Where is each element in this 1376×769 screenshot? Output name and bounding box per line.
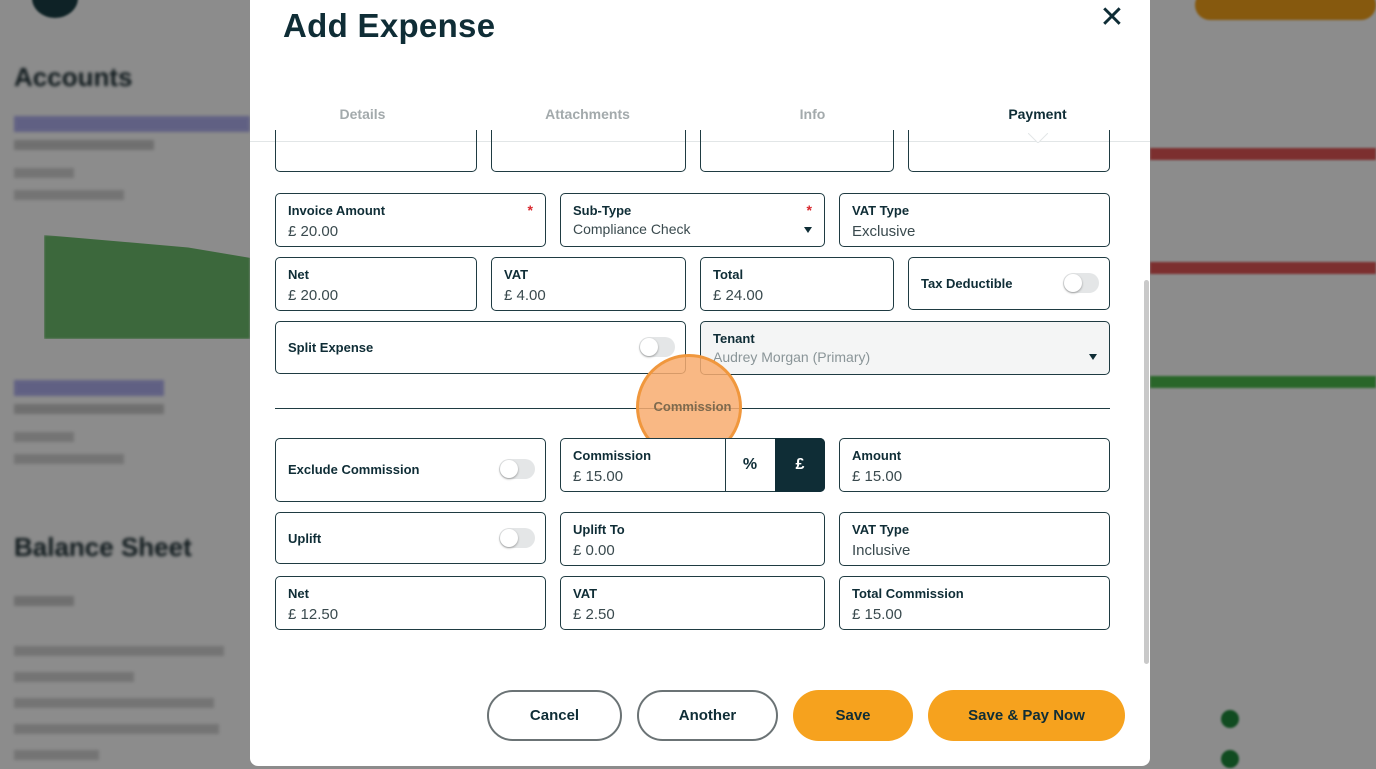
tab-attachments[interactable]: Attachments — [475, 106, 700, 122]
commission-section-label: Commission — [653, 399, 732, 414]
commission-net-value[interactable]: £ 12.50 — [288, 606, 338, 623]
vat-label: VAT — [504, 267, 529, 282]
split-expense-toggle[interactable] — [639, 337, 675, 357]
modal-title: Add Expense — [283, 7, 496, 44]
scrolled-field[interactable] — [908, 130, 1110, 172]
uplift-to-value[interactable]: £ 0.00 — [573, 542, 615, 559]
invoice-amount-value[interactable]: £ 20.00 — [288, 223, 338, 240]
sub-type-value[interactable]: Compliance Check — [573, 221, 691, 237]
amount-value[interactable]: £ 15.00 — [852, 468, 902, 485]
commission-value[interactable]: £ 15.00 — [573, 468, 623, 485]
total-commission-label: Total Commission — [852, 586, 964, 601]
tax-deductible-label: Tax Deductible — [921, 276, 1013, 291]
sub-type-select[interactable]: Sub-Type * Compliance Check — [560, 193, 825, 247]
vat-type-label: VAT Type — [852, 203, 910, 218]
uplift-to-field[interactable]: Uplift To £ 0.00 — [560, 512, 825, 566]
uplift-field: Uplift — [275, 512, 546, 564]
tab-payment[interactable]: Payment — [925, 106, 1150, 122]
uplift-to-label: Uplift To — [573, 522, 625, 537]
commission-vat-type-value[interactable]: Inclusive — [852, 542, 910, 559]
amount-label: Amount — [852, 448, 902, 463]
uplift-label: Uplift — [288, 531, 322, 546]
save-button[interactable]: Save — [793, 690, 913, 741]
tab-info[interactable]: Info — [700, 106, 925, 122]
save-and-pay-now-button[interactable]: Save & Pay Now — [928, 690, 1125, 741]
commission-vat-label: VAT — [573, 586, 598, 601]
another-button[interactable]: Another — [637, 690, 778, 741]
modal-scrollbar[interactable] — [1144, 280, 1149, 664]
invoice-amount-field[interactable]: Invoice Amount * £ 20.00 — [275, 193, 546, 247]
split-expense-label: Split Expense — [288, 340, 374, 355]
split-expense-field: Split Expense — [275, 321, 686, 374]
exclude-commission-label: Exclude Commission — [288, 462, 420, 477]
net-field[interactable]: Net £ 20.00 — [275, 257, 477, 311]
vat-field[interactable]: VAT £ 4.00 — [491, 257, 686, 311]
tenant-value[interactable]: Audrey Morgan (Primary) — [713, 349, 870, 365]
commission-net-field[interactable]: Net £ 12.50 — [275, 576, 546, 630]
exclude-commission-field: Exclude Commission — [275, 438, 546, 502]
total-field[interactable]: Total £ 24.00 — [700, 257, 894, 311]
chevron-down-icon[interactable] — [804, 227, 812, 233]
scrolled-field[interactable] — [275, 130, 477, 172]
pound-toggle-button[interactable]: £ — [775, 438, 825, 492]
sub-type-label: Sub-Type — [573, 203, 632, 218]
required-marker: * — [806, 202, 812, 218]
scrolled-field[interactable] — [491, 130, 686, 172]
close-icon[interactable]: ✕ — [1095, 0, 1129, 34]
vat-type-value[interactable]: Exclusive — [852, 223, 915, 240]
uplift-toggle[interactable] — [499, 528, 535, 548]
vat-value[interactable]: £ 4.00 — [504, 287, 546, 304]
chevron-down-icon[interactable] — [1089, 354, 1097, 360]
percent-toggle-button[interactable]: % — [725, 438, 775, 492]
total-commission-field[interactable]: Total Commission £ 15.00 — [839, 576, 1110, 630]
commission-vat-value[interactable]: £ 2.50 — [573, 606, 615, 623]
tab-details[interactable]: Details — [250, 106, 475, 122]
amount-field[interactable]: Amount £ 15.00 — [839, 438, 1110, 492]
required-marker: * — [527, 202, 533, 218]
exclude-commission-toggle[interactable] — [499, 459, 535, 479]
tenant-label: Tenant — [713, 331, 755, 346]
commission-vat-field[interactable]: VAT £ 2.50 — [560, 576, 825, 630]
cancel-button[interactable]: Cancel — [487, 690, 622, 741]
commission-net-label: Net — [288, 586, 309, 601]
tax-deductible-field: Tax Deductible — [908, 257, 1110, 310]
net-label: Net — [288, 267, 309, 282]
scrolled-field[interactable] — [700, 130, 894, 172]
commission-vat-type-field[interactable]: VAT Type Inclusive — [839, 512, 1110, 566]
total-value[interactable]: £ 24.00 — [713, 287, 763, 304]
commission-label: Commission — [573, 448, 652, 463]
vat-type-field[interactable]: VAT Type Exclusive — [839, 193, 1110, 247]
tax-deductible-toggle[interactable] — [1063, 273, 1099, 293]
add-expense-modal: Add Expense ✕ Details Attachments Info P… — [250, 0, 1150, 766]
invoice-amount-label: Invoice Amount — [288, 203, 386, 218]
net-value[interactable]: £ 20.00 — [288, 287, 338, 304]
total-commission-value[interactable]: £ 15.00 — [852, 606, 902, 623]
tenant-select[interactable]: Tenant Audrey Morgan (Primary) — [700, 321, 1110, 375]
commission-vat-type-label: VAT Type — [852, 522, 910, 537]
total-label: Total — [713, 267, 744, 282]
